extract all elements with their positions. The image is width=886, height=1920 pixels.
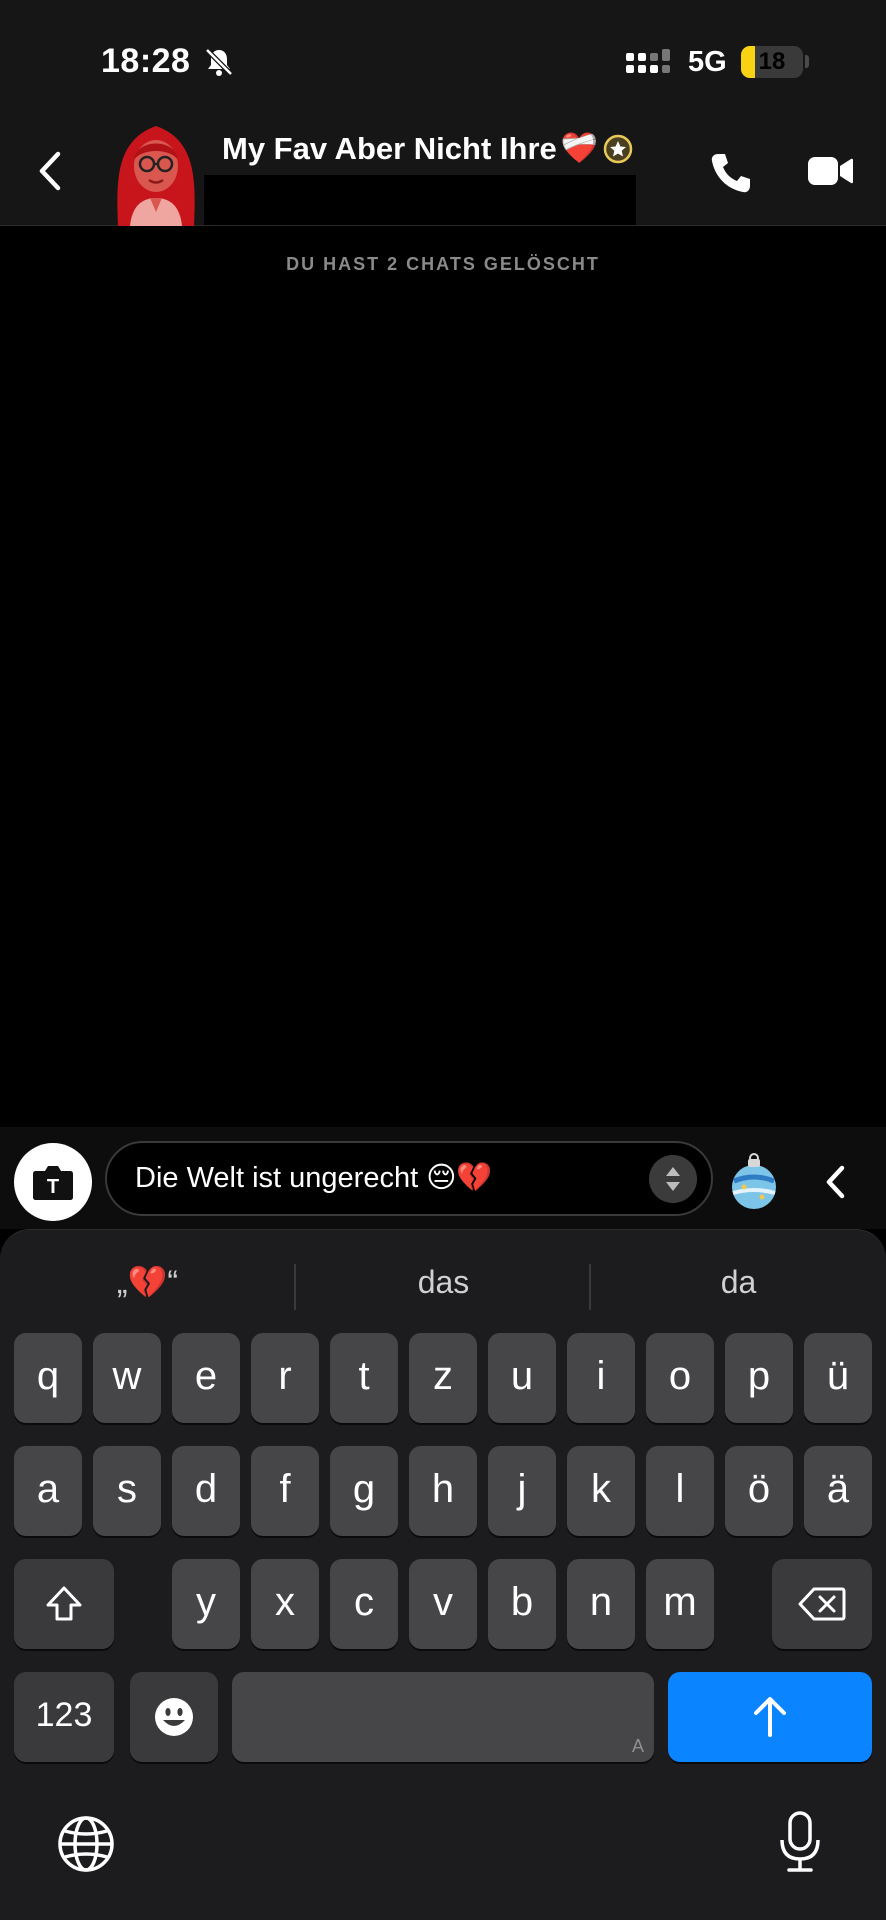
space-language-hint: A [631,1736,644,1756]
status-time: 18:28 [101,42,191,80]
microphone-icon[interactable] [778,1810,822,1874]
key-r[interactable]: r [251,1333,319,1423]
star-badge-icon [603,134,633,164]
video-camera-icon[interactable] [806,153,854,189]
key-j[interactable]: j [488,1446,556,1536]
key-f[interactable]: f [251,1446,319,1536]
predictive-bar: „💔“ das da [0,1254,886,1310]
subtitle-redaction [204,175,636,225]
message-input[interactable]: Die Welt ist ungerecht 😔💔 [105,1141,713,1216]
phone-icon[interactable] [708,150,754,196]
shift-key[interactable] [14,1559,114,1649]
key-ae[interactable]: ä [804,1446,872,1536]
send-key[interactable] [668,1672,872,1762]
key-g[interactable]: g [330,1446,398,1536]
mending-heart-icon: ❤️‍🩹 [560,132,599,165]
message-input-value: Die Welt ist ungerecht 😔💔 [135,1162,493,1194]
message-composer: T Die Welt ist ungerecht 😔💔 [0,1127,886,1229]
space-key[interactable]: A [232,1672,654,1762]
expand-arrows-icon[interactable] [649,1155,697,1203]
suggestion-item[interactable]: da [591,1254,886,1310]
chevron-left-icon[interactable] [34,148,68,194]
key-x[interactable]: x [251,1559,319,1649]
key-i[interactable]: i [567,1333,635,1423]
backspace-key[interactable] [772,1559,872,1649]
numbers-key[interactable]: 123 [14,1672,114,1762]
arrow-up-icon [754,1697,786,1737]
key-p[interactable]: p [725,1333,793,1423]
key-a[interactable]: a [14,1446,82,1536]
chat-header: 18:28 5G 18 [0,0,886,226]
camera-icon: T [33,1166,73,1200]
chat-messages[interactable]: DU HAST 2 CHATS GELÖSCHT [0,227,886,1127]
emoji-icon [155,1698,193,1736]
key-e[interactable]: e [172,1333,240,1423]
bell-muted-icon [205,48,233,76]
suggestion-item[interactable]: „💔“ [0,1254,295,1310]
key-n[interactable]: n [567,1559,635,1649]
key-y[interactable]: y [172,1559,240,1649]
chevron-left-icon[interactable] [822,1163,850,1201]
key-s[interactable]: s [93,1446,161,1536]
key-b[interactable]: b [488,1559,556,1649]
status-bar: 18:28 5G 18 [0,0,886,120]
suggestion-item[interactable]: das [296,1254,591,1310]
chat-title: My Fav Aber Nicht Ihre [222,131,557,166]
key-q[interactable]: q [14,1333,82,1423]
camera-button[interactable]: T [14,1143,92,1221]
key-u[interactable]: u [488,1333,556,1423]
globe-icon[interactable] [56,1814,116,1874]
system-note: DU HAST 2 CHATS GELÖSCHT [286,254,600,274]
key-z[interactable]: z [409,1333,477,1423]
key-o[interactable]: o [646,1333,714,1423]
key-d[interactable]: d [172,1446,240,1536]
battery-indicator: 18 [741,46,803,78]
emoji-key[interactable] [130,1672,218,1762]
key-oe[interactable]: ö [725,1446,793,1536]
network-type: 5G [688,46,727,78]
avatar[interactable] [112,120,200,226]
battery-level: 18 [758,48,786,75]
signal-strength-icon [626,49,670,73]
key-t[interactable]: t [330,1333,398,1423]
backspace-icon [798,1587,846,1621]
key-c[interactable]: c [330,1559,398,1649]
key-ue[interactable]: ü [804,1333,872,1423]
bitmoji-ornament-icon[interactable] [728,1153,780,1211]
camera-label: T [47,1176,59,1198]
key-h[interactable]: h [409,1446,477,1536]
key-l[interactable]: l [646,1446,714,1536]
key-v[interactable]: v [409,1559,477,1649]
key-m[interactable]: m [646,1559,714,1649]
key-w[interactable]: w [93,1333,161,1423]
shift-icon [46,1586,82,1621]
battery-nub [805,55,809,68]
key-k[interactable]: k [567,1446,635,1536]
chat-title-row[interactable]: My Fav Aber Nicht Ihre ❤️‍🩹 [222,127,634,171]
